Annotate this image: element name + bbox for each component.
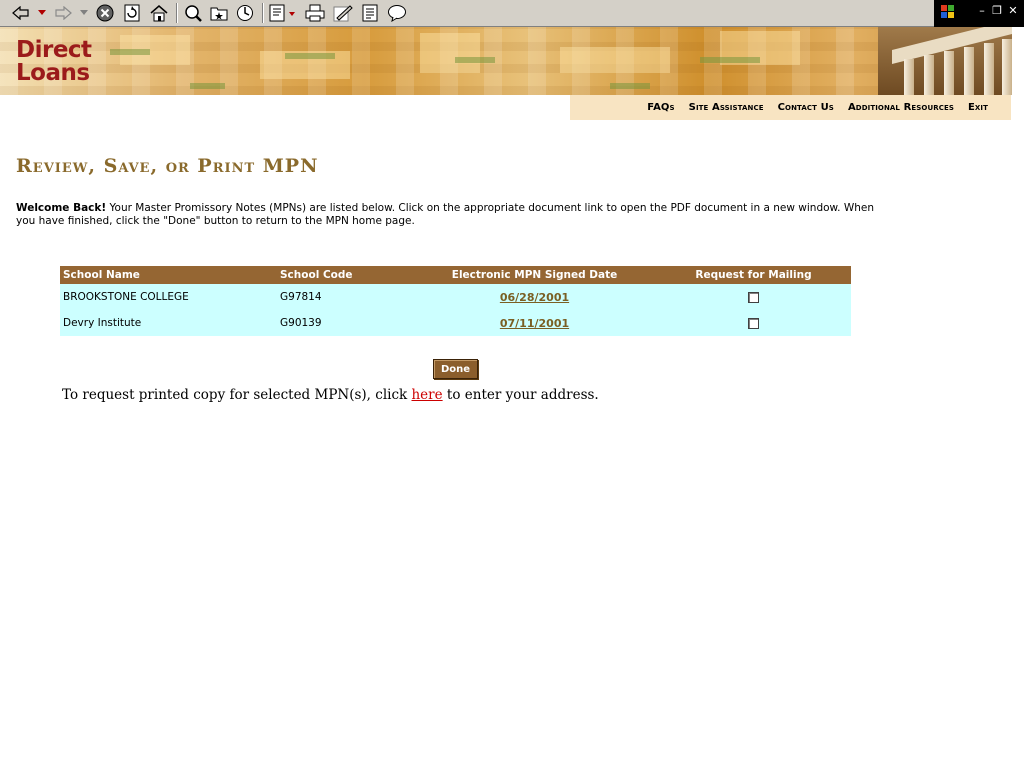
school-code-cell: G97814 [277,284,413,310]
favorites-icon[interactable] [208,3,230,23]
home-icon[interactable] [147,3,171,23]
messenger-icon[interactable] [385,3,409,23]
back-icon[interactable] [10,3,32,23]
table-row: Devry Institute G90139 07/11/2001 [60,310,851,336]
stop-icon[interactable] [94,3,116,23]
search-icon[interactable] [182,3,204,23]
back-dropdown-icon[interactable] [37,3,47,23]
table-header-row: School Name School Code Electronic MPN S… [60,266,851,284]
nav-additional-resources[interactable]: Additional Resources [848,102,954,113]
signed-date-link[interactable]: 07/11/2001 [500,317,569,330]
enter-address-link[interactable]: here [411,387,442,403]
intro-text: Welcome Back! Your Master Promissory Not… [16,202,876,228]
column-header-request-mailing: Request for Mailing [656,266,851,284]
column-header-school-name: School Name [60,266,277,284]
history-icon[interactable] [234,3,256,23]
site-banner: Direct Loans [0,27,1012,95]
restore-icon[interactable]: ❐ [989,3,1005,19]
school-code-cell: G90139 [277,310,413,336]
signed-date-link[interactable]: 06/28/2001 [500,291,569,304]
school-name-cell: BROOKSTONE COLLEGE [60,284,277,310]
mpn-table: School Name School Code Electronic MPN S… [60,266,851,336]
nav-site-assistance[interactable]: Site Assistance [689,102,764,113]
intro-body: Your Master Promissory Notes (MPNs) are … [16,202,874,227]
done-button[interactable]: Done [433,359,478,379]
edit-icon[interactable] [331,3,355,23]
direct-loans-logo[interactable]: Direct Loans [16,39,92,85]
minimize-icon[interactable]: – [974,3,990,19]
building-columns-image [878,27,1012,95]
forward-dropdown-icon[interactable] [79,3,89,23]
request-mailing-checkbox[interactable] [748,317,759,329]
print-icon[interactable] [303,3,327,23]
discuss-icon[interactable] [359,3,381,23]
refresh-icon[interactable] [121,3,143,23]
column-header-school-code: School Code [277,266,413,284]
request-mailing-checkbox[interactable] [748,291,759,303]
nav-exit[interactable]: Exit [968,102,988,113]
nav-contact-us[interactable]: Contact Us [778,102,834,113]
close-icon[interactable]: ✕ [1005,3,1021,19]
column-header-signed-date: Electronic MPN Signed Date [413,266,656,284]
forward-icon[interactable] [52,3,74,23]
table-row: BROOKSTONE COLLEGE G97814 06/28/2001 [60,284,851,310]
welcome-label: Welcome Back! [16,202,107,214]
browser-toolbar: – ❐ ✕ [0,0,1024,27]
top-nav: FAQs Site Assistance Contact Us Addition… [570,95,1011,120]
windows-logo-icon [938,4,958,22]
window-controls: – ❐ ✕ [934,0,1024,27]
nav-faqs[interactable]: FAQs [647,102,674,113]
page-title: Review, Save, or Print MPN [16,155,319,177]
mail-icon[interactable] [268,3,298,23]
request-printed-copy-text: To request printed copy for selected MPN… [62,387,599,403]
school-name-cell: Devry Institute [60,310,277,336]
